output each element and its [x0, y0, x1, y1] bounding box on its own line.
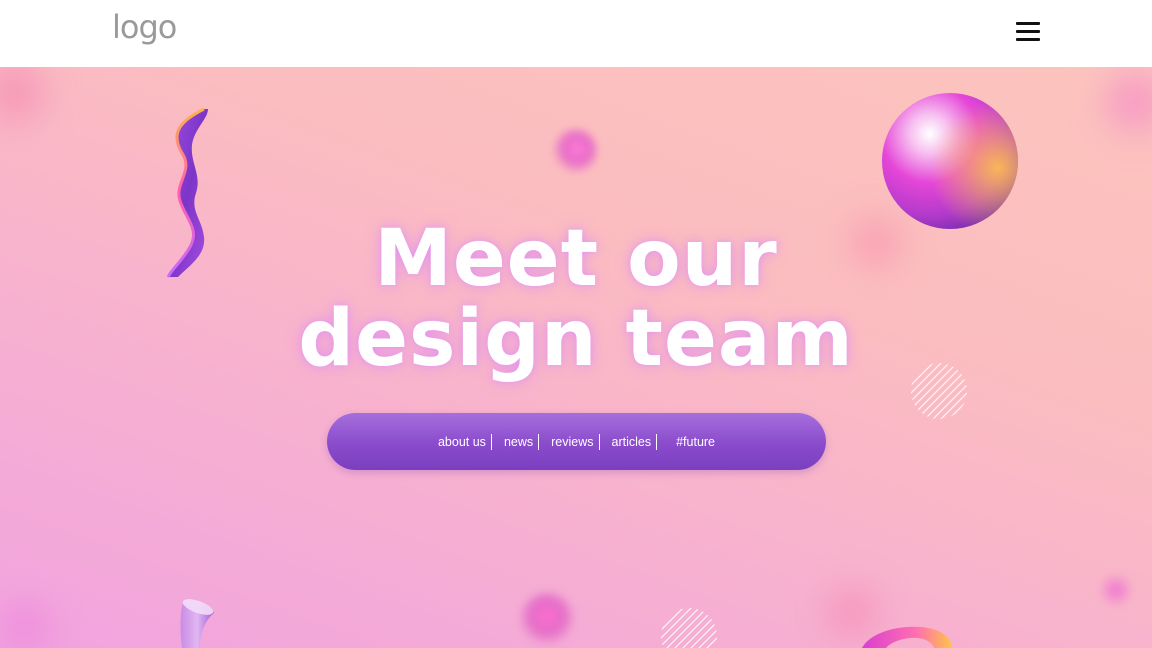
- striped-circle: [661, 608, 717, 648]
- gradient-sphere: [882, 93, 1018, 229]
- torus-ring-shape: [862, 626, 952, 648]
- nav-item-news[interactable]: news: [499, 433, 540, 450]
- blurred-orb: [1090, 67, 1152, 147]
- logo[interactable]: logo: [112, 8, 177, 46]
- headline-line-1: Meet our: [374, 214, 778, 304]
- nav-pill-menu: about us news reviews articles #future: [327, 413, 826, 470]
- nav-item-future[interactable]: #future: [664, 434, 720, 450]
- nav-item-about-us[interactable]: about us: [433, 433, 492, 450]
- hero-section: Meet our design team about us news revie…: [0, 67, 1152, 648]
- nav-item-articles[interactable]: articles: [607, 433, 658, 450]
- headline-line-2: design team: [298, 294, 854, 384]
- blurred-orb: [0, 587, 60, 648]
- blurred-orb: [1098, 572, 1134, 608]
- nav-item-reviews[interactable]: reviews: [546, 433, 600, 450]
- header: logo: [0, 0, 1152, 67]
- landing-page: logo Meet our design team about us news …: [0, 0, 1152, 648]
- blurred-orb: [520, 592, 574, 646]
- blurred-orb: [553, 129, 597, 173]
- curved-tube-shape: [180, 599, 214, 648]
- hamburger-menu-icon[interactable]: [1016, 21, 1040, 41]
- hero-headline: Meet our design team: [0, 219, 1152, 379]
- blurred-orb: [0, 67, 60, 137]
